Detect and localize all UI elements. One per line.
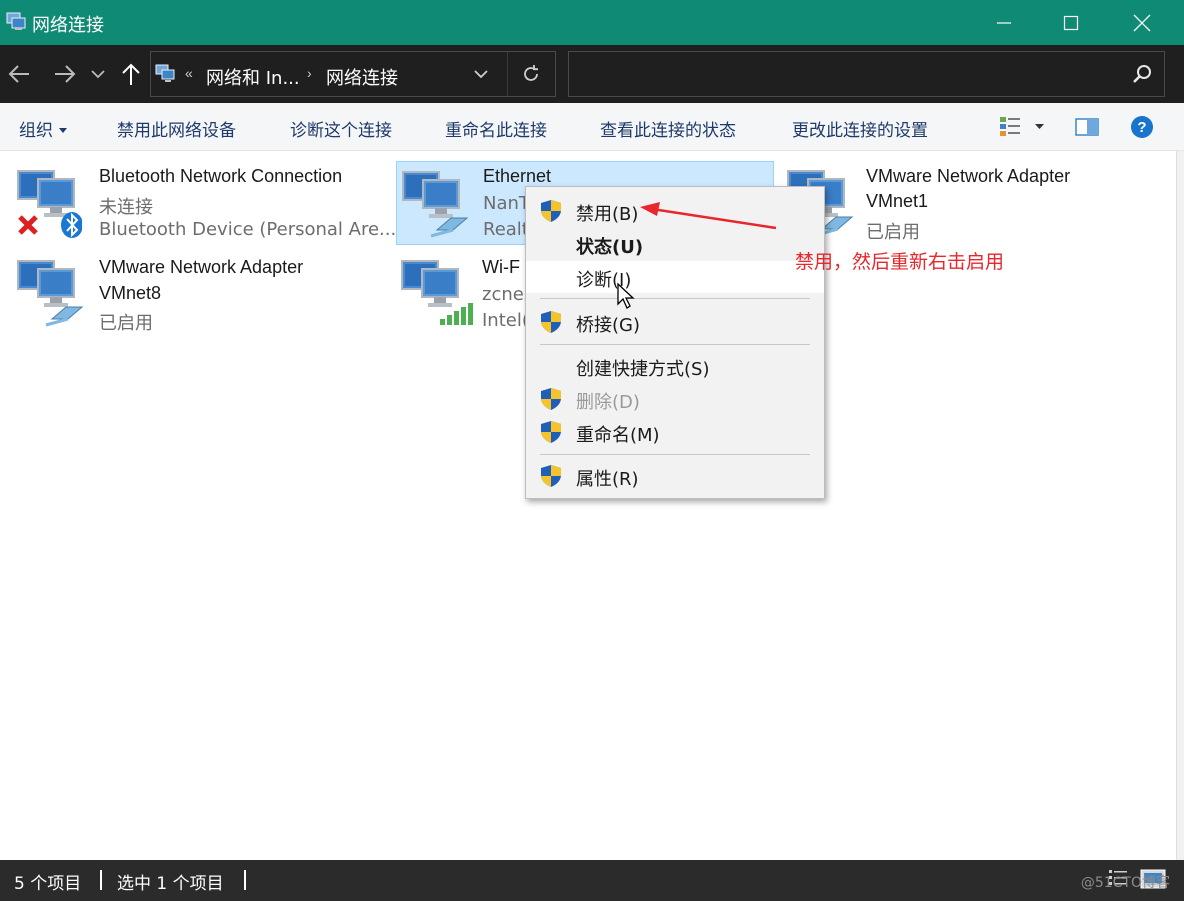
menu-item-label: 状态(U) [576, 237, 644, 258]
uac-shield-icon [541, 311, 561, 333]
back-arrow-icon [8, 65, 29, 83]
menu-separator [540, 298, 810, 299]
item-name: Ethernet [483, 166, 552, 186]
network-connections-icon [6, 12, 26, 30]
menu-item-delete[interactable]: 删除(D) [526, 383, 824, 415]
diagnose-connection-button[interactable]: 诊断这个连接 [290, 116, 392, 141]
menu-item-diagnose[interactable]: 诊断(I) [526, 261, 824, 293]
item-device: Realt [483, 219, 529, 240]
minimize-icon [997, 21, 1011, 24]
wifi-network-icon [401, 260, 473, 325]
window-title: 网络连接 [32, 15, 104, 36]
close-button[interactable] [1106, 0, 1178, 45]
item-count: 5 个项目 [14, 874, 82, 894]
change-settings-button[interactable]: 更改此连接的设置 [792, 116, 928, 141]
up-arrow-icon [122, 63, 140, 85]
maximize-button[interactable] [1035, 0, 1107, 45]
item-name-line2: VMnet1 [866, 191, 929, 211]
status-divider [244, 870, 246, 890]
organize-menu[interactable]: 组织 [19, 116, 67, 141]
help-icon[interactable]: ? [1130, 115, 1154, 139]
breadcrumb-overflow[interactable]: « [185, 65, 193, 81]
view-status-button[interactable]: 查看此连接的状态 [600, 116, 736, 141]
list-item[interactable]: Wi-F zcnes Intel( [396, 251, 533, 335]
up-button[interactable] [116, 59, 146, 89]
search-icon [1133, 65, 1151, 83]
list-item[interactable]: Bluetooth Network Connection 未连接 Bluetoo… [14, 161, 396, 245]
scrollbar-track[interactable] [1176, 151, 1184, 860]
caret-down-icon [59, 128, 67, 133]
address-box[interactable]: « 网络和 In... › 网络连接 [150, 51, 556, 97]
item-name-line1: VMware Network Adapter [99, 257, 304, 277]
back-button[interactable] [4, 59, 34, 89]
address-dropdown-icon[interactable] [473, 66, 489, 82]
disable-device-button[interactable]: 禁用此网络设备 [117, 116, 236, 141]
item-name: Bluetooth Network Connection [99, 166, 343, 186]
item-status: 已启用 [866, 222, 920, 243]
menu-item-label: 创建快捷方式(S) [576, 359, 710, 380]
list-item[interactable]: VMware Network Adapter VMnet1 已启用 [784, 161, 1164, 245]
menu-item-rename[interactable]: 重命名(M) [526, 416, 824, 448]
refresh-icon[interactable] [521, 64, 541, 84]
menu-separator [540, 344, 810, 345]
list-item[interactable]: VMware Network Adapter VMnet8 已启用 [14, 251, 384, 335]
uac-shield-icon [541, 465, 561, 487]
menu-item-label: 重命名(M) [576, 425, 660, 446]
search-input[interactable] [568, 51, 1165, 97]
ethernet-network-icon [402, 171, 469, 238]
maximize-icon [1063, 15, 1079, 30]
minimize-button[interactable] [968, 0, 1040, 45]
uac-shield-icon [541, 388, 561, 410]
status-bar: 5 个项目 选中 1 个项目 @51CTO博客 [0, 860, 1184, 901]
forward-button[interactable] [50, 59, 80, 89]
annotation-text: 禁用，然后重新右击启用 [795, 251, 1005, 273]
item-name-line1: VMware Network Adapter [866, 166, 1071, 186]
item-status: NanT [483, 193, 530, 214]
item-name: Wi-F [482, 257, 520, 277]
view-options-caret-icon[interactable] [1035, 124, 1044, 130]
item-device: Intel( [482, 310, 529, 331]
item-status: 未连接 [99, 197, 153, 218]
watermark-text: @51CTO博客 [1080, 875, 1170, 891]
annotation-arrow-icon [640, 202, 777, 230]
selection-count: 选中 1 个项目 [117, 874, 224, 894]
preview-pane-icon[interactable] [1075, 117, 1099, 137]
forward-arrow-icon [55, 65, 76, 83]
command-bar: 组织 禁用此网络设备 诊断这个连接 重命名此连接 查看此连接的状态 更改此连接的… [0, 103, 1184, 151]
uac-shield-icon [541, 421, 561, 443]
breadcrumb-arrow[interactable]: › [307, 65, 312, 81]
change-view-icon[interactable] [998, 115, 1022, 139]
item-status: 已启用 [99, 313, 153, 334]
menu-item-bridge[interactable]: 桥接(G) [526, 306, 824, 338]
menu-item-label: 属性(R) [576, 469, 639, 490]
bluetooth-network-icon [17, 170, 82, 238]
organize-label: 组织 [19, 121, 53, 141]
item-name-line2: VMnet8 [99, 283, 162, 303]
title-bar: 网络连接 [0, 0, 1184, 45]
recent-locations-button[interactable] [86, 59, 110, 89]
network-folder-icon [155, 64, 175, 82]
menu-item-label: 删除(D) [576, 392, 640, 413]
menu-separator [540, 454, 810, 455]
address-divider [507, 52, 508, 96]
chevron-down-icon [91, 70, 105, 79]
menu-item-properties[interactable]: 属性(R) [526, 460, 824, 492]
menu-item-create-shortcut[interactable]: 创建快捷方式(S) [526, 350, 824, 382]
svg-text:?: ? [1137, 119, 1146, 136]
close-icon [1133, 14, 1151, 31]
uac-shield-icon [541, 200, 561, 222]
vmware-network-icon [17, 260, 84, 327]
breadcrumb-network-connections[interactable]: 网络连接 [326, 64, 398, 90]
menu-item-label: 桥接(G) [576, 315, 640, 336]
navigation-bar: « 网络和 In... › 网络连接 [0, 45, 1184, 103]
rename-connection-button[interactable]: 重命名此连接 [445, 116, 547, 141]
status-divider [100, 870, 102, 890]
breadcrumb-network-internet[interactable]: 网络和 In... [206, 64, 300, 90]
mouse-cursor-icon [617, 282, 635, 309]
item-device: Bluetooth Device (Personal Are... [99, 219, 397, 240]
